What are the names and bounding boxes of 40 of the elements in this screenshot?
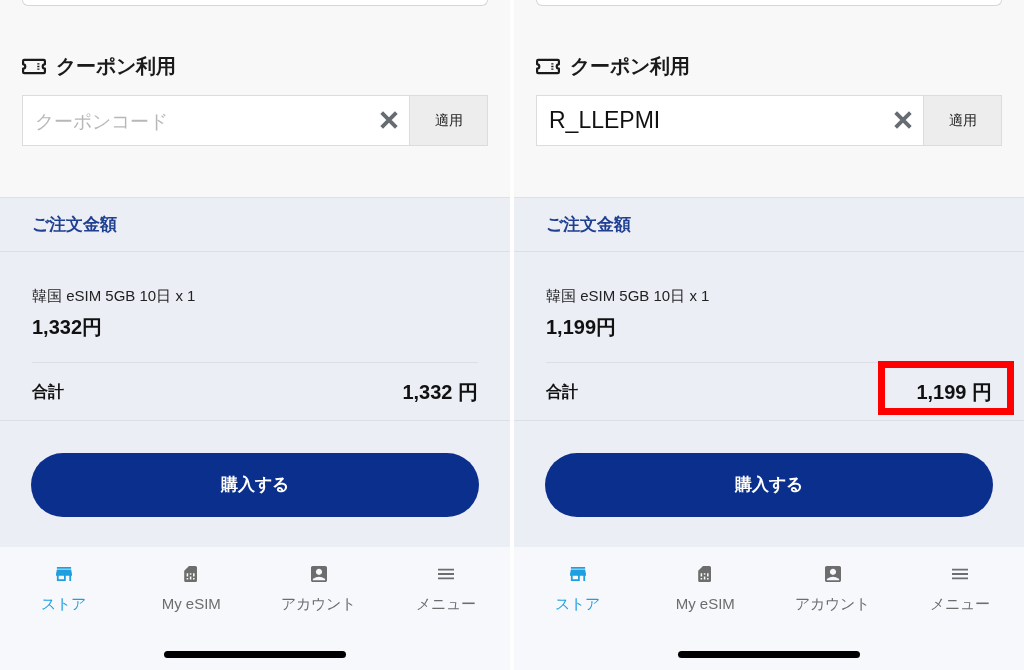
sim-card-icon xyxy=(697,566,714,582)
clear-icon[interactable] xyxy=(380,111,398,129)
tab-bar-item[interactable]: My eSIM xyxy=(671,561,739,614)
input-field[interactable] xyxy=(22,0,488,6)
clear-icon[interactable] xyxy=(894,111,912,129)
item-name: 韓国 eSIM 5GB 10日 x 1 xyxy=(32,286,197,306)
apply-button[interactable]: 適用 xyxy=(410,95,488,146)
item-price: 1,332円 xyxy=(32,315,104,340)
input-field[interactable] xyxy=(536,0,1002,6)
store-icon xyxy=(55,566,72,582)
item-name: 韓国 eSIM 5GB 10日 x 1 xyxy=(546,286,711,306)
section-title: クーポン利用 xyxy=(570,54,690,79)
tab-bar-item[interactable]: アカウント xyxy=(277,561,361,614)
total-label: 合計 xyxy=(32,381,64,402)
tab-bar-item[interactable]: アカウント xyxy=(791,561,875,614)
tab-bar-item[interactable]: ストア xyxy=(37,561,91,614)
section-title: クーポン利用 xyxy=(56,54,176,79)
total-label: 合計 xyxy=(546,381,578,402)
apply-button[interactable]: 適用 xyxy=(924,95,1002,146)
coupon-code-field[interactable]: クーポンコード xyxy=(22,95,410,146)
ticket-icon xyxy=(22,57,46,75)
total-amount: 1,332 円 xyxy=(402,380,478,403)
sim-card-icon xyxy=(183,566,200,582)
order-title: ご注文金額 xyxy=(32,213,117,236)
store-icon xyxy=(569,566,586,582)
item-price: 1,199円 xyxy=(546,315,618,340)
tab-bar-item[interactable]: ストア xyxy=(551,561,605,614)
purchase-button[interactable]: 購入する xyxy=(31,453,479,517)
menu-icon xyxy=(952,566,969,582)
purchase-button[interactable]: 購入する xyxy=(545,453,993,517)
menu-icon xyxy=(438,566,455,582)
tab-bar-item[interactable]: メニュー xyxy=(926,561,995,614)
account-icon xyxy=(310,566,327,582)
coupon-code-field[interactable]: R_LLEPMI xyxy=(536,95,924,146)
total-amount: 1,199 円 xyxy=(916,380,992,403)
tab-bar-item[interactable]: メニュー xyxy=(412,561,481,614)
order-title: ご注文金額 xyxy=(546,213,631,236)
ticket-icon xyxy=(536,57,560,75)
tab-bar-item[interactable]: My eSIM xyxy=(157,561,225,614)
account-icon xyxy=(824,566,841,582)
